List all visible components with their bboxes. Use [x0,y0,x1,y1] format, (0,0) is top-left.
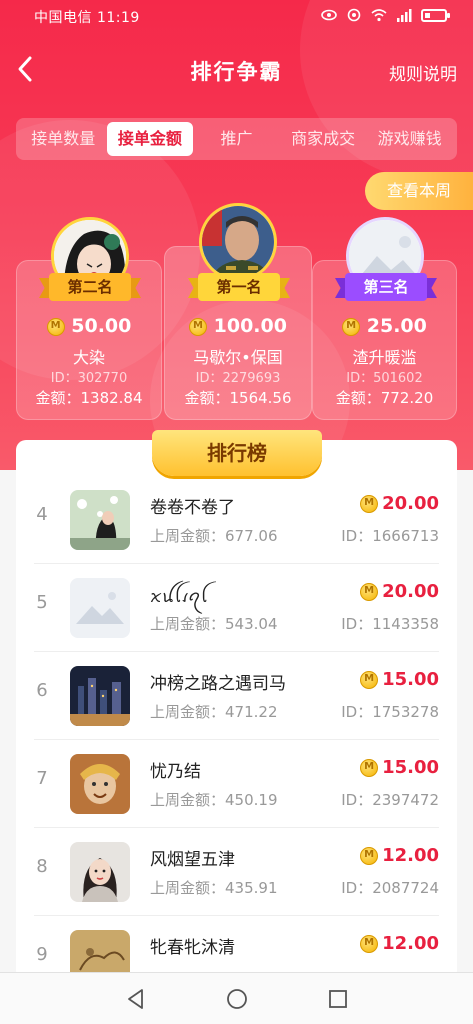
coin-icon [360,847,379,865]
row-last-week: 上周金额：435.91 [150,879,278,897]
podium-amount: 100.00 [165,315,311,337]
nav-recents-icon[interactable] [326,987,350,1011]
rank-ribbon-second: 第二名 [39,273,141,301]
leaderboard-panel: 排行榜 4 卷卷不卷了 上周金额：677.06 20.00 ID：1666713… [16,430,457,990]
podium-name: 大染 [72,348,105,367]
nfc-icon [347,8,361,22]
status-carrier-time: 中国电信 11:19 [34,10,140,26]
user-avatar [70,578,130,638]
podium-card-first[interactable]: 第一名 100.00 马歇尔•保国 ID：2279693 金额：1564.56 [164,203,312,420]
row-amount: 12.00 [360,933,439,954]
row-id: ID：2397472 [341,791,439,809]
row-id: ID：1666713 [341,527,439,545]
coin-icon [189,317,208,336]
podium-money: 金额：1564.56 [184,389,292,407]
row-amount: 12.00 [360,845,439,866]
table-row[interactable]: 7 忧乃结 上周金额：450.19 15.00 ID：2397472 [34,740,439,828]
tab-merchant-deals[interactable]: 商家成交 [280,122,367,156]
status-bar: 中国电信 11:19 [0,0,473,34]
podium-card-second[interactable]: 第二名 50.00 大染 ID：302770 金额：1382.84 [16,217,162,420]
row-rank: 9 [36,944,48,965]
avatar [199,203,277,281]
row-amount: 15.00 [360,757,439,778]
table-row[interactable]: 8 风烟望五津 上周金额：435.91 12.00 ID：2087724 [34,828,439,916]
row-id: ID：1143358 [341,615,439,633]
podium-card-third[interactable]: 第三名 25.00 渣升暖滥 ID：501602 金额：772.20 [312,217,457,420]
podium-amount: 25.00 [313,315,456,337]
podium-id: ID：302770 [50,371,128,386]
row-id: ID：1753278 [341,703,439,721]
eye-icon [321,9,337,21]
rank-ribbon-first: 第一名 [188,273,290,301]
user-avatar [70,490,130,550]
podium-money: 金额：1382.84 [35,389,143,407]
row-name: 冲榜之路之遇司马 [150,674,286,694]
row-rank: 4 [36,504,48,525]
system-nav-bar [0,972,473,1024]
podium-name: 马歇尔•保国 [193,348,283,367]
nav-home-icon[interactable] [225,987,249,1011]
coin-icon [360,583,379,601]
row-name: 风烟望五津 [150,850,235,870]
row-rank: 8 [36,856,48,877]
podium-name: 渣升暖滥 [352,348,417,367]
top-three-podium: 第二名 50.00 大染 ID：302770 金额：1382.84 第一名 10 [16,203,457,420]
row-rank: 5 [36,592,48,613]
user-avatar [70,666,130,726]
podium-id: ID：501602 [346,371,423,386]
row-amount: 15.00 [360,669,439,690]
battery-icon [421,8,450,22]
user-avatar [70,842,130,902]
top-nav: 排行争霸 规则说明 [0,46,473,92]
coin-icon [360,671,379,689]
row-rank: 7 [36,768,48,789]
officer-avatar-image [202,206,274,278]
rules-link[interactable]: 规则说明 [389,60,457,85]
view-this-week-button[interactable]: 查看本周 [365,172,473,210]
row-name: 卷卷不卷了 [150,498,235,518]
row-last-week: 上周金额：677.06 [150,527,278,545]
row-name: 忧乃结 [150,762,201,782]
category-tabs: 接单数量 接单金额 推广 商家成交 游戏赚钱 [16,118,457,160]
signal-icon [397,9,412,22]
coin-icon [360,935,379,953]
coin-icon [46,317,65,336]
table-row[interactable]: 5 ꪎꪊꪶꪹꪖꪶ 上周金额：543.04 20.00 ID：1143358 [34,564,439,652]
table-row[interactable]: 4 卷卷不卷了 上周金额：677.06 20.00 ID：1666713 [34,476,439,564]
rank-ribbon-third: 第三名 [335,273,437,301]
podium-money: 金额：772.20 [335,389,434,407]
coin-icon [342,317,361,336]
leaderboard-title: 排行榜 [152,430,322,476]
row-last-week: 上周金额：543.04 [150,615,278,633]
user-avatar [70,754,130,814]
tab-promotion[interactable]: 推广 [193,122,280,156]
tab-game-earnings[interactable]: 游戏赚钱 [366,122,453,156]
tab-order-count[interactable]: 接单数量 [20,122,107,156]
table-row[interactable]: 6 冲榜之路之遇司马 上周金额：471.22 15.00 ID：1753278 [34,652,439,740]
row-id: ID：2087724 [341,879,439,897]
row-last-week: 上周金额：471.22 [150,703,278,721]
nav-back-icon[interactable] [124,987,148,1011]
tab-order-amount[interactable]: 接单金额 [106,122,194,156]
row-rank: 6 [36,680,48,701]
row-name: 牝春牝沐清 [150,938,235,958]
wifi-icon [371,9,387,22]
coin-icon [360,495,379,513]
row-amount: 20.00 [360,493,439,514]
row-last-week: 上周金额：450.19 [150,791,278,809]
row-name: ꪎꪊꪶꪹꪖꪶ [150,587,208,607]
coin-icon [360,759,379,777]
podium-id: ID：2279693 [195,371,281,386]
podium-amount: 50.00 [17,315,161,337]
row-amount: 20.00 [360,581,439,602]
